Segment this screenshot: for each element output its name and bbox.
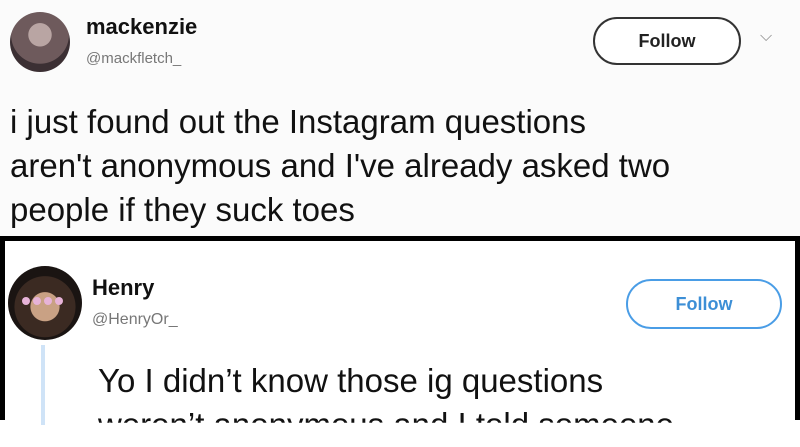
tweet-text: i just found out the Instagram questions… <box>10 100 790 232</box>
follow-button[interactable]: Follow <box>626 279 782 329</box>
user-handle[interactable]: @mackfletch_ <box>86 50 181 67</box>
tweet-card-henry: Henry @HenryOr_ Follow Yo I didn’t know … <box>0 236 800 425</box>
flower-crown-filter <box>22 292 76 305</box>
tweet-text-line: Yo I didn’t know those ig questions <box>98 362 604 399</box>
tweet-text-line: i just found out the Instagram questions <box>10 103 587 140</box>
display-name[interactable]: mackenzie <box>86 14 197 40</box>
tweet-text-line: aren't anonymous and I've already asked … <box>10 147 671 184</box>
user-handle[interactable]: @HenryOr_ <box>92 311 178 329</box>
chevron-down-icon[interactable]: ⌵ <box>760 28 772 46</box>
thread-line <box>41 345 45 425</box>
tweet-text: Yo I didn’t know those ig questions were… <box>98 359 798 447</box>
tweet-card-mackenzie: mackenzie @mackfletch_ Follow ⌵ i just f… <box>0 0 800 236</box>
avatar[interactable] <box>10 12 70 72</box>
tweet-text-line: weren’t anonymous and I told someone <box>98 406 675 443</box>
tweet-text-line: people if they suck toes <box>10 191 355 228</box>
avatar[interactable] <box>8 266 82 340</box>
follow-button[interactable]: Follow <box>593 17 741 65</box>
display-name[interactable]: Henry <box>92 275 154 301</box>
